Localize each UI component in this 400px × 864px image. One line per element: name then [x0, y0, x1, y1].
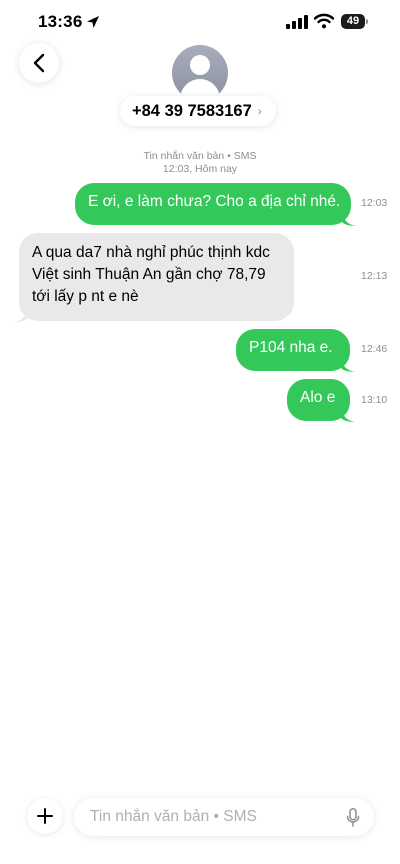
- bubble-tail: [342, 208, 356, 226]
- message-bubble-outgoing[interactable]: E ơi, e làm chưa? Cho a địa chỉ nhé.: [75, 183, 356, 226]
- battery-cap: [366, 19, 368, 24]
- message-bubble-incoming[interactable]: A qua da7 nhà nghỉ phúc thịnh kdc Việt s…: [14, 233, 294, 322]
- message-input[interactable]: [74, 798, 352, 836]
- bubble-tail: [341, 354, 355, 372]
- message-text: A qua da7 nhà nghỉ phúc thịnh kdc Việt s…: [32, 244, 270, 305]
- add-attachment-button[interactable]: [27, 798, 63, 834]
- person-silhouette-icon: [190, 55, 210, 75]
- chevron-left-icon: [33, 53, 45, 73]
- battery-icon: 49: [341, 14, 368, 30]
- back-button[interactable]: [19, 43, 59, 83]
- message-text: Alo e: [300, 389, 336, 406]
- microphone-icon[interactable]: [346, 808, 360, 827]
- cellular-signal-icon: [286, 15, 308, 29]
- message-timestamp: 12:13: [361, 270, 388, 282]
- message-text: E ơi, e làm chưa? Cho a địa chỉ nhé.: [88, 193, 341, 210]
- bubble-tail: [14, 304, 28, 322]
- location-arrow-icon: [87, 16, 99, 28]
- conversation-start-time: 12:03, Hôm nay: [162, 163, 238, 175]
- message-timestamp: 13:10: [361, 394, 388, 406]
- message-bubble-outgoing[interactable]: Alo e: [287, 379, 355, 422]
- message-text: P104 nha e.: [249, 339, 333, 356]
- status-time: 13:36: [38, 12, 83, 31]
- plus-icon: [37, 808, 53, 824]
- bubble-tail: [341, 404, 355, 422]
- chevron-right-icon: ›: [257, 104, 262, 118]
- message-timestamp: 12:03: [361, 197, 388, 209]
- contact-name-button[interactable]: +84 39 7583167 ›: [120, 96, 276, 126]
- status-bar: 13:36 49: [0, 0, 400, 46]
- conversation-type-label: Tin nhắn văn bản • SMS: [143, 150, 257, 162]
- message-timestamp: 12:46: [361, 343, 388, 355]
- contact-number: +84 39 7583167: [132, 101, 252, 120]
- contact-avatar[interactable]: [172, 45, 228, 101]
- wifi-icon: [314, 13, 334, 29]
- message-composer[interactable]: [74, 798, 374, 836]
- message-bubble-outgoing[interactable]: P104 nha e.: [236, 329, 355, 372]
- battery-level: 49: [341, 14, 365, 29]
